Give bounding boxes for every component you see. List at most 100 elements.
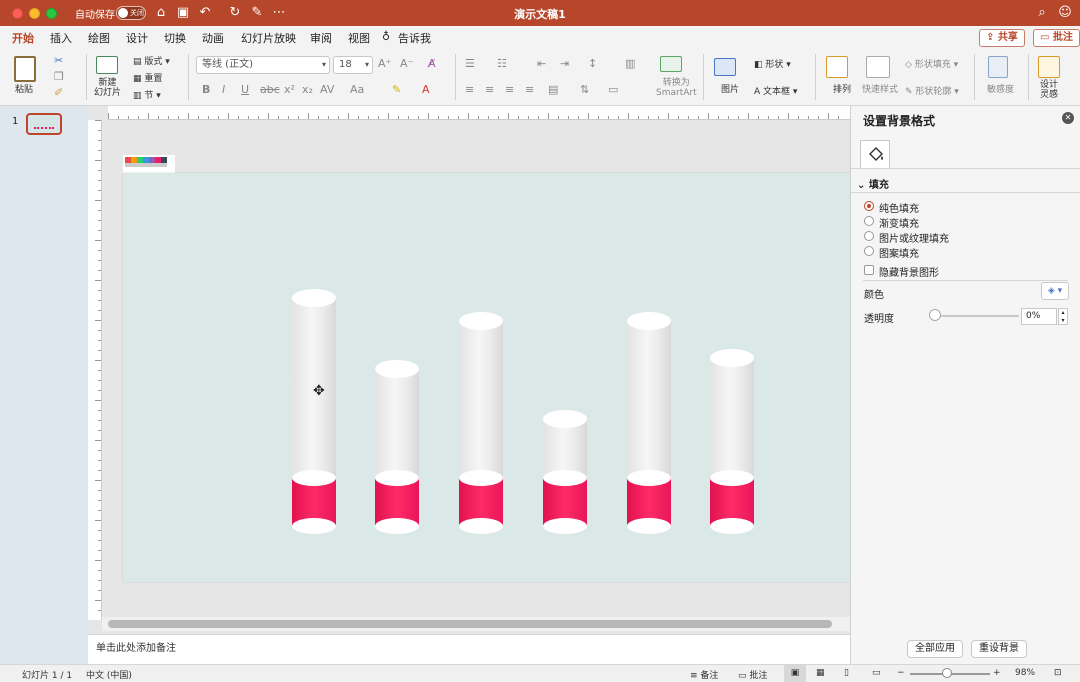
slideshow-icon[interactable]: ▭ — [872, 668, 881, 678]
design-ideas-label[interactable]: 设计 灵感 — [1040, 80, 1058, 100]
tab-animations[interactable]: 动画 — [202, 30, 224, 46]
section-button[interactable]: ▥ 节 ▾ — [133, 88, 161, 101]
transparency-stepper[interactable]: ▴ ▾ — [1058, 308, 1068, 325]
tab-view[interactable]: 视图 — [348, 30, 370, 46]
transparency-slider[interactable] — [935, 315, 1019, 317]
bold-icon[interactable]: B — [202, 83, 210, 96]
textbox-button[interactable]: A 文本框 ▾ — [754, 84, 797, 97]
notes-toggle[interactable]: ≡ 备注 — [690, 668, 718, 681]
increase-indent-icon[interactable]: ⇥ — [560, 57, 569, 70]
zoom-level[interactable]: 98% — [1015, 668, 1035, 678]
tab-tell-me[interactable]: 告诉我 — [398, 30, 431, 46]
fill-section-header[interactable]: ⌄ 填充 — [857, 176, 889, 191]
color-picker-button[interactable]: ◈ ▾ — [1041, 282, 1069, 300]
underline-icon[interactable]: U — [241, 83, 249, 96]
cylinder-shape[interactable] — [710, 349, 754, 535]
text-direction-icon[interactable]: ⇅ — [580, 83, 589, 96]
picture-icon[interactable] — [714, 58, 736, 76]
copy-icon[interactable]: ❐ — [54, 70, 64, 83]
align-center-icon[interactable]: ≡ — [485, 83, 494, 96]
line-spacing-icon[interactable]: ↕ — [588, 57, 597, 70]
close-icon[interactable]: ✕ — [1062, 112, 1074, 124]
account-icon[interactable]: ☺ — [1056, 4, 1074, 22]
align-text-icon[interactable]: ▭ — [608, 83, 618, 96]
justify-icon[interactable]: ≡ — [525, 83, 534, 96]
cylinder-shape[interactable] — [375, 360, 419, 535]
solid-fill-radio[interactable] — [864, 201, 874, 211]
reading-view-icon[interactable]: ▯ — [844, 668, 849, 678]
notes-pane[interactable]: 单击此处添加备注 — [88, 634, 850, 664]
shape-button[interactable]: ◧ 形状 ▾ — [754, 57, 791, 70]
decrease-indent-icon[interactable]: ⇤ — [537, 57, 546, 70]
paste-icon[interactable] — [14, 56, 36, 82]
numbering-icon[interactable]: ☷ — [497, 57, 507, 70]
arrange-icon[interactable] — [826, 56, 848, 78]
format-painter-icon[interactable]: ✐ — [54, 86, 63, 99]
transparency-slider-knob[interactable] — [929, 309, 941, 321]
convert-smartart-label[interactable]: 转换为 SmartArt — [656, 78, 697, 98]
clear-format-icon[interactable]: A̸ — [428, 57, 436, 70]
grow-font-icon[interactable]: A⁺ — [378, 57, 391, 70]
tab-transitions[interactable]: 切换 — [164, 30, 186, 46]
cut-icon[interactable]: ✂ — [54, 54, 63, 67]
character-spacing-icon[interactable]: AV — [320, 83, 334, 96]
shape-outline-button[interactable]: ✎ 形状轮廓 ▾ — [905, 84, 959, 97]
reset-button[interactable]: ▦ 重置 — [133, 71, 162, 84]
comments-button[interactable]: ▭ 批注 — [1033, 29, 1080, 47]
gradient-fill-radio[interactable] — [864, 216, 874, 226]
tab-slideshow[interactable]: 幻灯片放映 — [241, 30, 296, 46]
slide-sorter-icon[interactable]: ▦ — [816, 668, 825, 678]
tab-home[interactable]: 开始 — [12, 30, 34, 50]
slide-thumbnail[interactable] — [26, 113, 62, 135]
quick-styles-icon[interactable] — [866, 56, 890, 78]
layout-button[interactable]: ▤ 版式 ▾ — [133, 54, 170, 67]
picture-fill-radio[interactable] — [864, 231, 874, 241]
strikethrough-icon[interactable]: abc — [260, 83, 280, 96]
align-right-icon[interactable]: ≡ — [505, 83, 514, 96]
distribute-icon[interactable]: ▤ — [548, 83, 558, 96]
scrollbar-thumb[interactable] — [108, 620, 832, 628]
italic-icon[interactable]: I — [222, 83, 225, 96]
cylinder-shape[interactable] — [292, 289, 336, 535]
zoom-out-icon[interactable]: − — [897, 668, 905, 678]
fill-tab[interactable] — [860, 140, 890, 168]
subscript-icon[interactable]: x₂ — [302, 83, 313, 96]
comments-toggle[interactable]: ▭ 批注 — [738, 668, 767, 681]
share-button[interactable]: ⇪ 共享 — [979, 29, 1025, 47]
highlight-icon[interactable]: ✎ — [392, 83, 401, 96]
tab-design[interactable]: 设计 — [126, 30, 148, 46]
transparency-input[interactable]: 0% — [1021, 308, 1057, 325]
font-color-icon[interactable]: A — [422, 83, 430, 96]
search-icon[interactable]: ⌕ — [1033, 4, 1051, 22]
font-size-select[interactable]: 18 ▾ — [333, 56, 373, 74]
fit-to-window-icon[interactable]: ⊡ — [1054, 668, 1062, 678]
tab-review[interactable]: 审阅 — [310, 30, 332, 46]
normal-view-icon[interactable]: ▣ — [784, 665, 806, 682]
apply-all-button[interactable]: 全部应用 — [907, 640, 963, 658]
cylinder-shape[interactable] — [459, 312, 503, 535]
zoom-in-icon[interactable]: + — [993, 668, 1001, 678]
shrink-font-icon[interactable]: A⁻ — [400, 57, 413, 70]
language-indicator[interactable]: 中文 (中国) — [86, 668, 132, 681]
font-name-select[interactable]: 等线 (正文) ▾ — [196, 56, 330, 74]
change-case-icon[interactable]: Aa — [350, 83, 364, 96]
tab-insert[interactable]: 插入 — [50, 30, 72, 46]
cylinder-shape[interactable] — [627, 312, 671, 535]
superscript-icon[interactable]: x² — [284, 83, 295, 96]
new-slide-icon[interactable] — [96, 56, 118, 74]
cylinder-shape[interactable] — [543, 410, 587, 535]
design-ideas-icon[interactable] — [1038, 56, 1060, 78]
shape-fill-button[interactable]: ◇ 形状填充 ▾ — [905, 57, 958, 70]
ruler-tick — [278, 116, 279, 119]
smartart-icon[interactable] — [660, 56, 682, 72]
tab-draw[interactable]: 绘图 — [88, 30, 110, 46]
columns-icon[interactable]: ▥ — [625, 57, 635, 70]
align-left-icon[interactable]: ≡ — [465, 83, 474, 96]
new-slide-label[interactable]: 新建 幻灯片 — [94, 78, 121, 98]
pattern-fill-radio[interactable] — [864, 246, 874, 256]
sensitivity-icon[interactable] — [988, 56, 1008, 78]
hide-bg-graphics-checkbox[interactable] — [864, 265, 874, 275]
reset-background-button[interactable]: 重设背景 — [971, 640, 1027, 658]
bullets-icon[interactable]: ☰ — [465, 57, 475, 70]
zoom-slider-knob[interactable] — [942, 668, 952, 678]
